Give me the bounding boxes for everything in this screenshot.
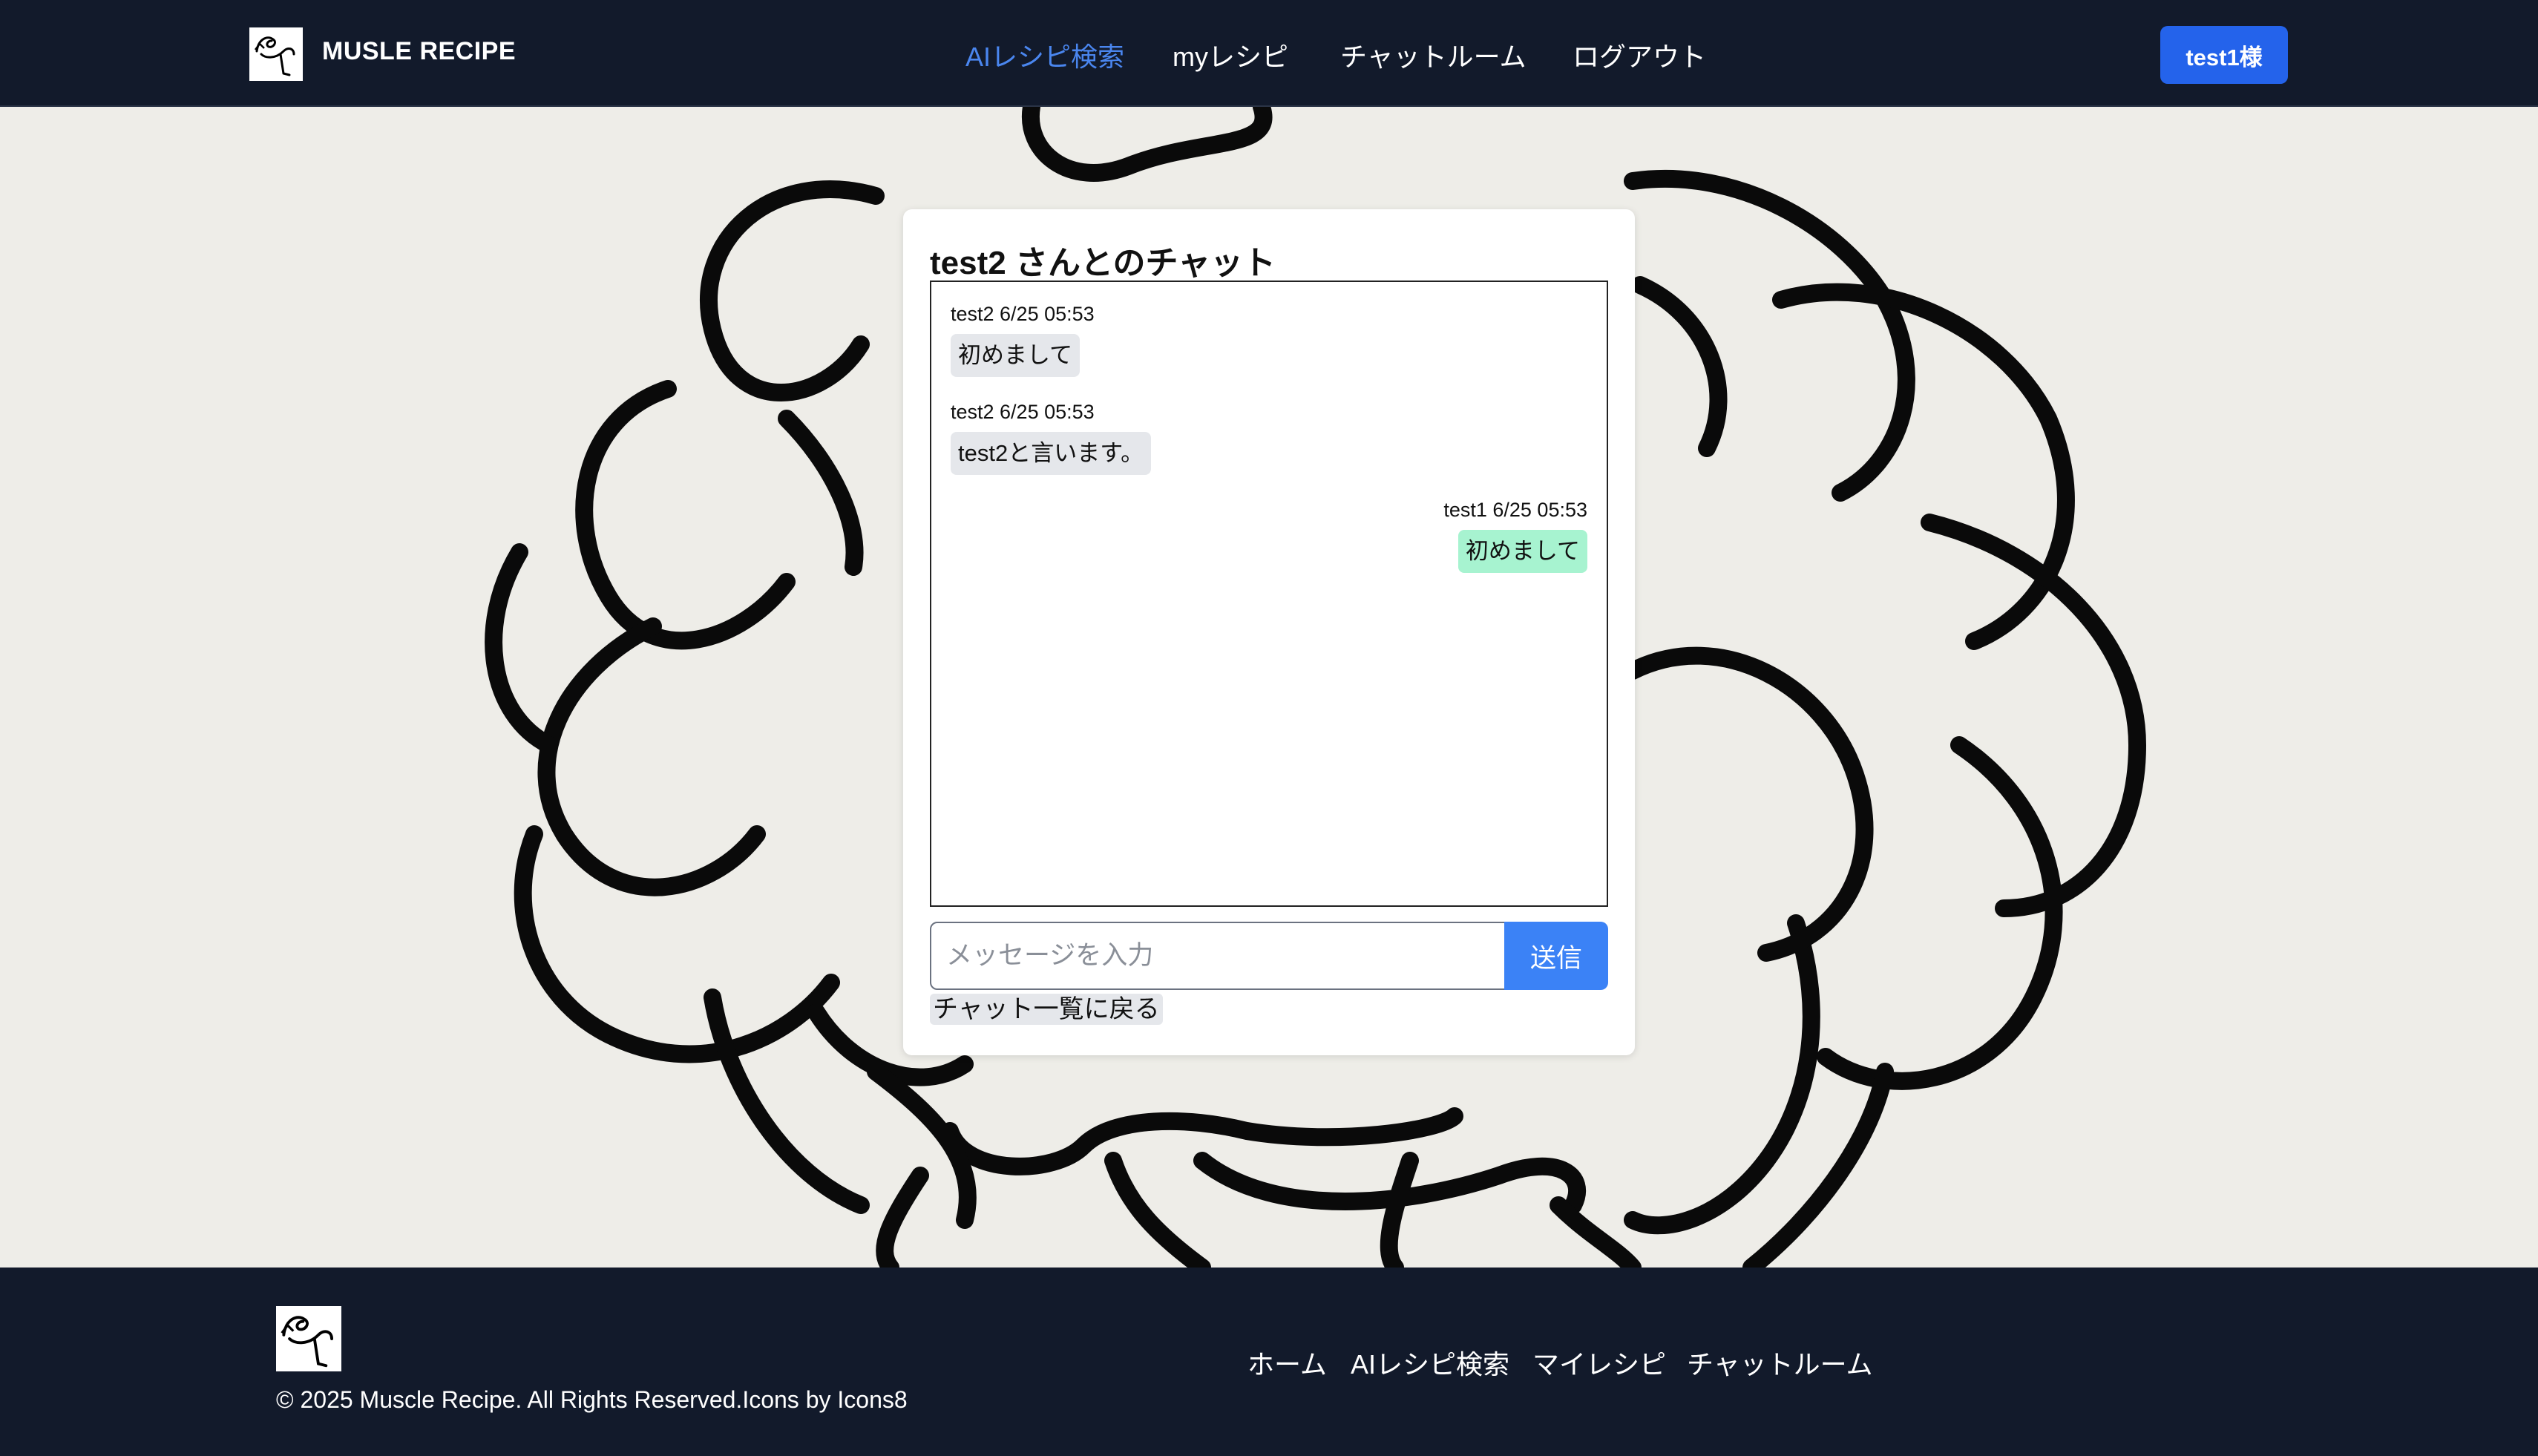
footer-link-ai-recipe-search[interactable]: AIレシピ検索 [1351,1343,1509,1382]
nav-ai-recipe-search[interactable]: AIレシピ検索 [965,36,1124,74]
chat-card: test2 さんとのチャット test2 6/25 05:53 初めまして te… [903,209,1635,1055]
copyright-text: © 2025 Muscle Recipe. All Rights Reserve… [276,1386,908,1413]
message-bubble-sent: 初めまして [1457,530,1587,573]
brand-name[interactable]: MUSLE RECIPE [322,37,516,66]
footer-link-home[interactable]: ホーム [1247,1343,1327,1382]
muscle-arm-icon [276,1306,341,1371]
nav-chat-room[interactable]: チャットルーム [1340,36,1527,74]
message-bubble-received: test2と言います。 [951,432,1152,475]
top-navbar: MUSLE RECIPE AIレシピ検索 myレシピ チャットルーム ログアウト… [0,0,2538,107]
user-menu-button[interactable]: test1様 [2160,26,2288,84]
message-list[interactable]: test2 6/25 05:53 初めまして test2 6/25 05:53 … [930,281,1608,907]
message-meta: test2 6/25 05:53 [951,401,1095,423]
nav-logout[interactable]: ログアウト [1573,36,1706,74]
message-meta: test2 6/25 05:53 [951,303,1095,325]
message-input[interactable] [930,922,1506,990]
muscle-arm-icon[interactable] [249,27,303,81]
send-button[interactable]: 送信 [1504,922,1608,990]
back-to-chat-list-button[interactable]: チャット一覧に戻る [930,994,1163,1025]
footer: © 2025 Muscle Recipe. All Rights Reserve… [0,1268,2538,1456]
chat-title: test2 さんとのチャット [930,245,1276,281]
message-meta: test1 6/25 05:53 [1443,499,1587,521]
footer-link-chat-room[interactable]: チャットルーム [1687,1343,1873,1382]
nav-my-recipe[interactable]: myレシピ [1173,36,1288,74]
message-bubble-received: 初めまして [951,334,1081,377]
footer-link-my-recipe[interactable]: マイレシピ [1532,1343,1666,1382]
